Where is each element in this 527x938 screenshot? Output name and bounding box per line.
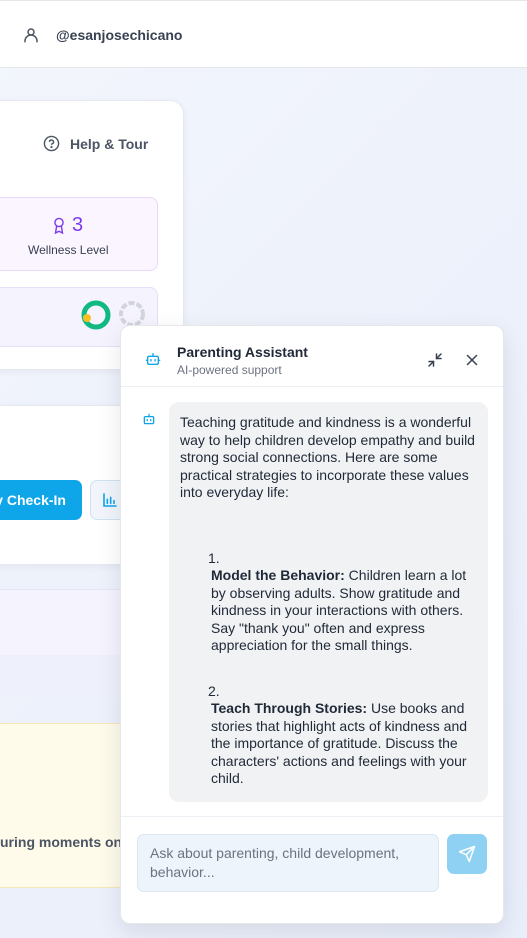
list-item: 2. Teach Through Stories: Use books and … [180,683,476,788]
wellness-label: Wellness Level [28,243,109,257]
tip-card [0,723,140,888]
section-band-secondary [0,655,140,695]
wellness-number: 3 [72,214,84,236]
wellness-value: 3 [52,214,83,237]
list-item-heading: Teach Through Stories: [211,700,368,716]
send-icon [458,845,476,863]
chat-title: Parenting Assistant [177,344,308,360]
send-button[interactable] [447,834,487,874]
message-intro: Teaching gratitude and kindness is a won… [180,414,475,500]
tip-card-text: uring moments on [0,834,123,850]
daily-check-in-button[interactable]: y Check-In [0,480,82,520]
minimize-icon[interactable] [426,351,444,369]
assistant-message: Teaching gratitude and kindness is a won… [169,402,488,802]
section-band [0,589,140,659]
username[interactable]: @esanjosechicano [56,27,182,43]
award-icon [54,217,64,234]
progress-ring-green [81,300,111,330]
help-circle-icon [43,135,60,152]
help-tour-button[interactable]: Help & Tour [43,135,148,152]
user-icon[interactable] [22,26,40,44]
chat-header: Parenting Assistant AI-powered support [121,326,503,387]
list-item: 1. Model the Behavior: Children learn a … [180,550,476,655]
bot-icon [145,353,161,365]
chat-subtitle: AI-powered support [177,363,282,377]
bot-message-icon [143,413,155,425]
list-item-number: 1. [208,549,220,566]
bar-chart-icon [103,493,117,507]
close-icon[interactable] [463,351,481,369]
chat-footer: Ask about parenting, child development, … [121,816,503,923]
list-item-heading: Model the Behavior: [211,567,345,583]
message-list: 1. Model the Behavior: Children learn a … [180,550,476,788]
list-item-number: 2. [208,682,220,699]
chat-panel: Parenting Assistant AI-powered support T… [120,325,504,924]
help-tour-label: Help & Tour [70,135,149,152]
chat-input[interactable]: Ask about parenting, child development, … [137,834,439,892]
top-bar: @esanjosechicano [0,0,527,68]
